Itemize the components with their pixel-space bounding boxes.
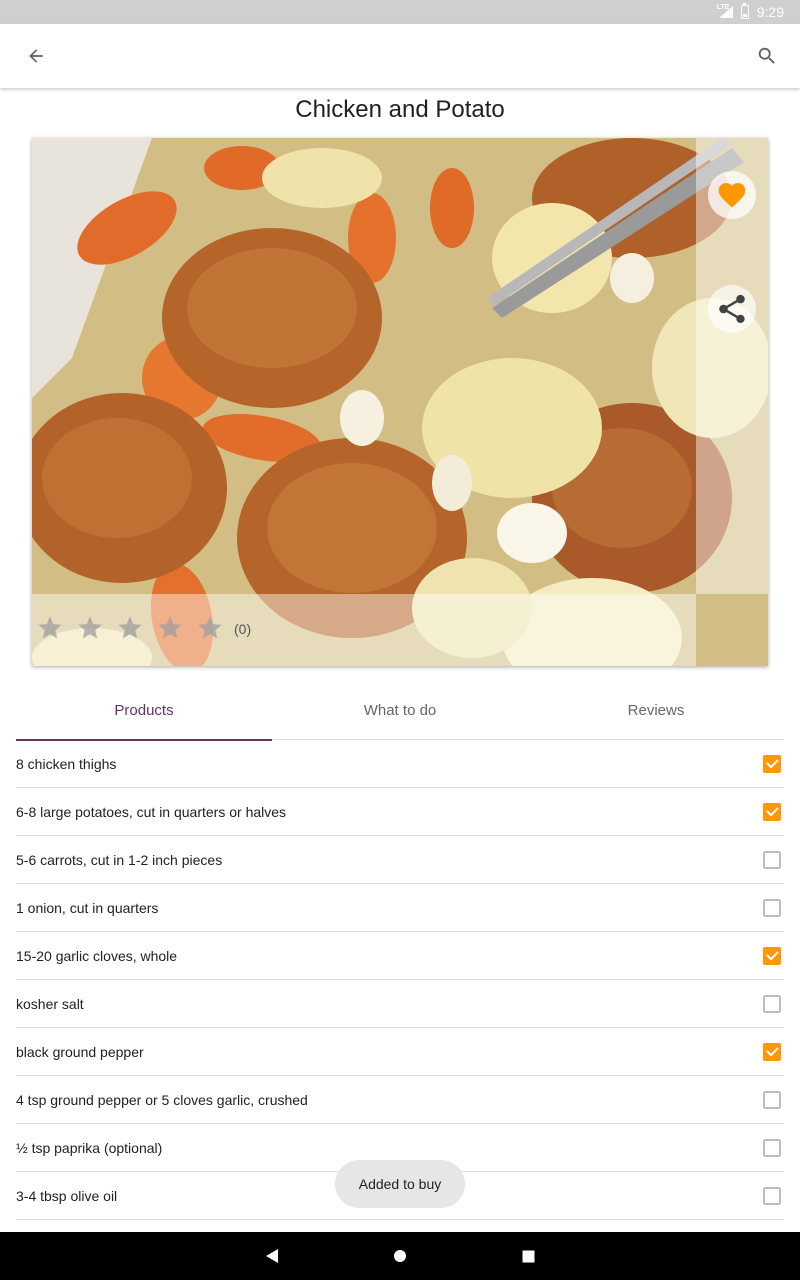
status-bar: LTE 9:29: [0, 0, 800, 24]
ingredient-checkbox[interactable]: [763, 802, 781, 821]
ingredient-row[interactable]: 8 chicken thighs: [16, 740, 784, 788]
search-icon: [758, 47, 775, 64]
ingredient-row[interactable]: 1 onion, cut in quarters: [16, 884, 784, 932]
favorite-button[interactable]: [708, 171, 756, 219]
arrow-back-icon: [29, 49, 43, 63]
ingredient-label: 3-4 tbsp olive oil: [16, 1187, 118, 1204]
toast-message: Added to buy: [335, 1160, 465, 1208]
ingredient-checkbox[interactable]: [763, 898, 781, 917]
heart-icon: [718, 183, 746, 208]
nav-recents-icon: [522, 1250, 534, 1262]
ingredient-checkbox[interactable]: [763, 946, 781, 965]
star-icon[interactable]: [36, 614, 64, 642]
tab-reviews[interactable]: Reviews: [528, 680, 784, 740]
ingredient-row[interactable]: black ground pepper: [16, 1028, 784, 1076]
ingredient-row[interactable]: 5-6 carrots, cut in 1-2 inch pieces: [16, 836, 784, 884]
ingredient-label: 15-20 garlic cloves, whole: [16, 947, 178, 964]
share-icon: [719, 294, 745, 324]
ingredient-checkbox[interactable]: [763, 1138, 781, 1157]
ingredient-row[interactable]: 15-20 garlic cloves, whole: [16, 932, 784, 980]
ingredient-label: black ground pepper: [16, 1043, 144, 1060]
rating-count: (0): [234, 621, 252, 637]
star-icon[interactable]: [116, 614, 144, 642]
ingredient-checkbox[interactable]: [763, 1090, 781, 1109]
ingredient-checkbox[interactable]: [763, 994, 781, 1013]
ingredient-label: 6-8 large potatoes, cut in quarters or h…: [16, 803, 287, 820]
signal-icon: LTE: [716, 4, 733, 19]
tab-products[interactable]: Products: [16, 680, 272, 741]
nav-back-button[interactable]: [260, 1244, 284, 1268]
recipe-image: (0): [32, 138, 768, 666]
ingredient-row[interactable]: 4 tsp ground pepper or 5 cloves garlic, …: [16, 1076, 784, 1124]
nav-back-icon: [266, 1249, 278, 1263]
search-button[interactable]: [751, 40, 783, 72]
recipe-title: Chicken and Potato: [295, 96, 505, 123]
star-icon[interactable]: [196, 614, 224, 642]
app-toolbar: [0, 24, 800, 88]
rating-bar[interactable]: (0): [32, 594, 696, 666]
network-type: LTE: [716, 4, 730, 11]
ingredient-label: ½ tsp paprika (optional): [16, 1139, 163, 1156]
recipe-photo: [32, 138, 768, 666]
ingredient-label: kosher salt: [16, 995, 84, 1012]
status-time: 9:29: [756, 4, 784, 20]
star-icon[interactable]: [76, 614, 104, 642]
ingredient-checkbox[interactable]: [763, 1042, 781, 1061]
star-icon[interactable]: [156, 614, 184, 642]
share-button[interactable]: [708, 285, 756, 333]
ingredient-label: 4 tsp ground pepper or 5 cloves garlic, …: [16, 1091, 308, 1108]
ingredient-checkbox[interactable]: [763, 1186, 781, 1205]
ingredient-label: 5-6 carrots, cut in 1-2 inch pieces: [16, 851, 223, 868]
nav-home-icon: [394, 1250, 406, 1262]
rating-stars[interactable]: [36, 614, 224, 642]
ingredient-label: 8 chicken thighs: [16, 755, 117, 772]
ingredient-row[interactable]: 6-8 large potatoes, cut in quarters or h…: [16, 788, 784, 836]
ingredient-checkbox[interactable]: [763, 850, 781, 869]
system-nav-bar: [0, 1232, 800, 1280]
ingredient-row[interactable]: kosher salt: [16, 980, 784, 1028]
ingredient-checkbox[interactable]: [763, 754, 781, 773]
battery-icon: [740, 3, 749, 19]
back-button[interactable]: [20, 40, 52, 72]
nav-recents-button[interactable]: [516, 1244, 540, 1268]
tab-what-to-do[interactable]: What to do: [272, 680, 528, 740]
recipe-tabs: Products What to do Reviews: [16, 680, 784, 741]
ingredient-label: 1 onion, cut in quarters: [16, 899, 159, 916]
nav-home-button[interactable]: [388, 1244, 412, 1268]
ingredient-list: 8 chicken thighs 6-8 large potatoes, cut…: [16, 740, 784, 1220]
